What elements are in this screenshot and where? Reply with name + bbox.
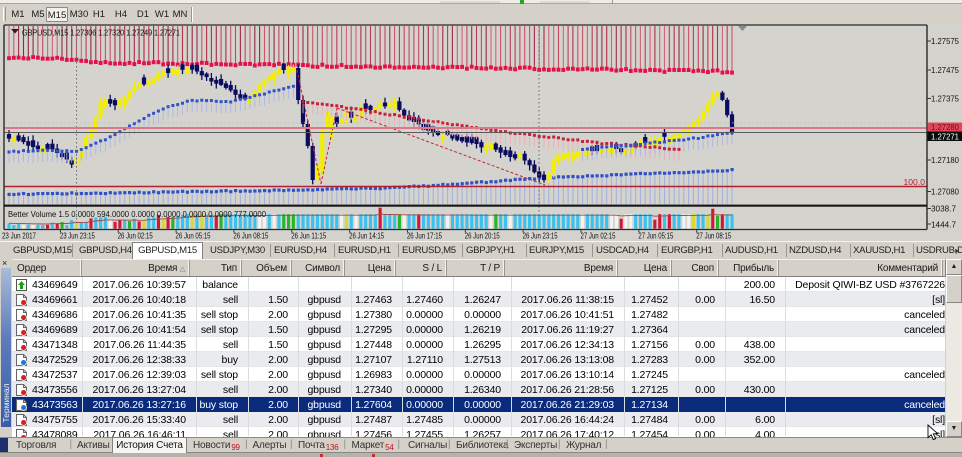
svg-text:26 Jun 02:15: 26 Jun 02:15 [118,232,153,241]
svg-text:26 Jun 20:15: 26 Jun 20:15 [465,232,500,241]
svg-text:100.0: 100.0 [903,177,925,187]
svg-text:1.27271: 1.27271 [931,132,959,142]
svg-text:26 Jun 05:15: 26 Jun 05:15 [176,232,211,241]
svg-text:26 Jun 08:15: 26 Jun 08:15 [233,232,268,241]
svg-text:23 Jun 2017: 23 Jun 2017 [2,232,36,241]
svg-text:27 Jun 02:15: 27 Jun 02:15 [581,232,616,241]
svg-text:1.27375: 1.27375 [931,94,959,104]
svg-text:26 Jun 11:15: 26 Jun 11:15 [291,232,326,241]
svg-text:1.27575: 1.27575 [931,36,959,46]
svg-text:27 Jun 08:15: 27 Jun 08:15 [696,232,731,241]
svg-text:1.27475: 1.27475 [931,65,959,75]
svg-text:1.27180: 1.27180 [931,155,959,165]
svg-text:27 Jun 05:15: 27 Jun 05:15 [638,232,673,241]
svg-text:26 Jun 23:15: 26 Jun 23:15 [523,232,558,241]
svg-text:GBPUSD,M15 1.27306 1.27320 1.: GBPUSD,M15 1.27306 1.27320 1.27249 1.272… [22,28,180,38]
svg-text:3038.7: 3038.7 [931,204,956,214]
svg-text:26 Jun 17:15: 26 Jun 17:15 [407,232,442,241]
svg-text:Better Volume 1.5 0.0000 594.0: Better Volume 1.5 0.0000 594.0000 0.0000… [8,210,267,219]
svg-text:1.27080: 1.27080 [931,187,959,197]
svg-text:1444.7: 1444.7 [931,220,956,230]
svg-text:23 Jun 23:15: 23 Jun 23:15 [60,232,95,241]
svg-text:26 Jun 14:15: 26 Jun 14:15 [349,232,384,241]
